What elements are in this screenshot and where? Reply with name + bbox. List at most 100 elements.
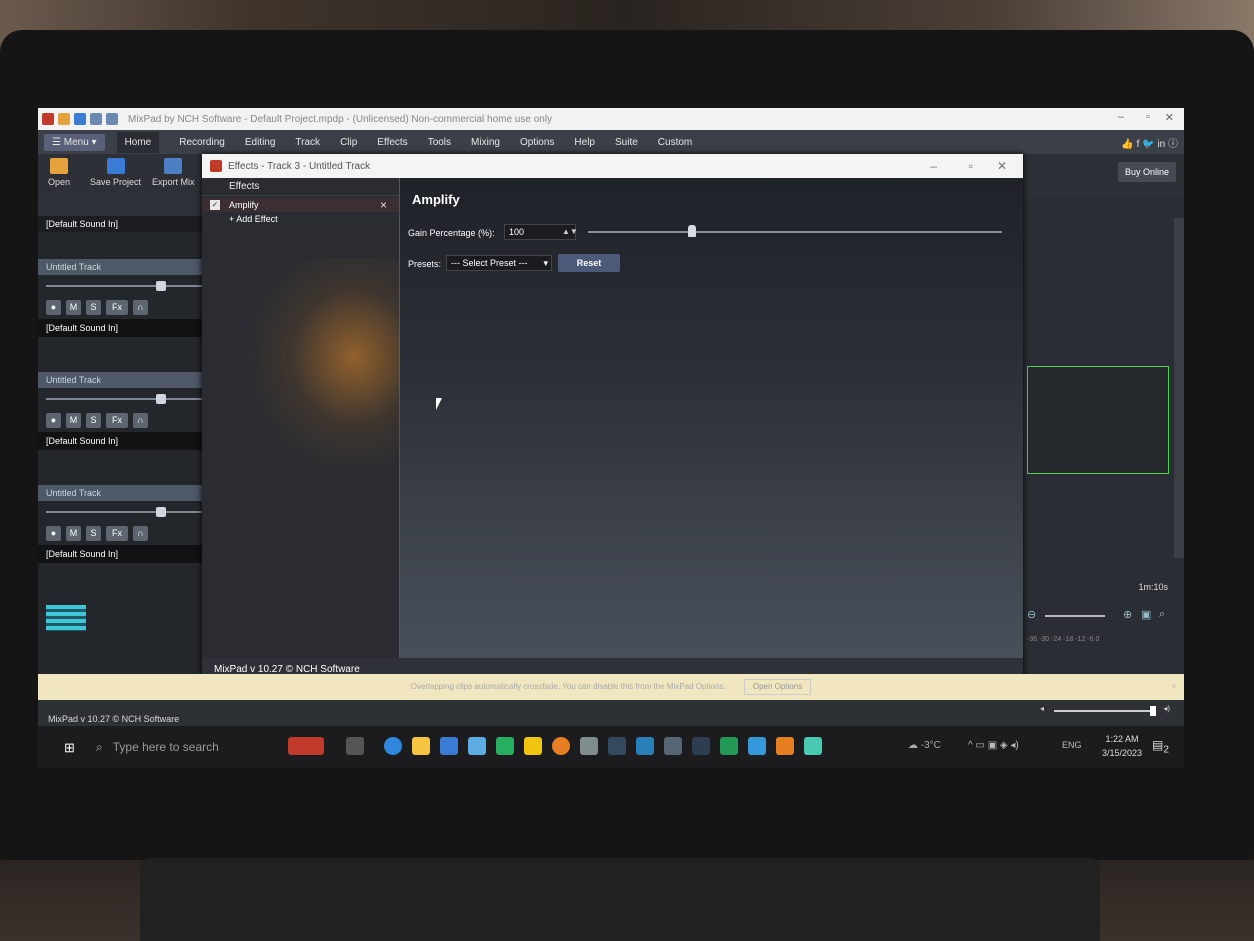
language-indicator[interactable]: ENG (1062, 740, 1082, 750)
tab-mixing[interactable]: Mixing (471, 137, 500, 148)
track-sound-in[interactable]: [Default Sound In] (38, 432, 213, 450)
track-tools-row[interactable] (38, 198, 213, 216)
app-l-icon[interactable] (496, 737, 514, 755)
headphone-icon[interactable]: ∩ (133, 525, 148, 541)
app-bars-icon[interactable] (580, 737, 598, 755)
minimize-icon[interactable]: – (930, 159, 937, 173)
headphone-icon[interactable]: ∩ (133, 299, 148, 315)
reset-button[interactable]: Reset (558, 254, 620, 272)
audio-clip[interactable] (1027, 366, 1169, 474)
system-tray-icons[interactable]: ^ ▭ ▣ ◈ ◂) (968, 740, 1019, 751)
record-arm-button[interactable]: ● (46, 299, 61, 315)
effect-enable-checkbox[interactable]: ✓ (210, 200, 220, 210)
headphone-icon[interactable]: ∩ (133, 412, 148, 428)
mute-button[interactable]: M (66, 412, 81, 428)
weather-icon: ☁ (908, 740, 921, 751)
gain-slider-knob[interactable] (687, 225, 696, 237)
track-name[interactable]: Untitled Track (38, 372, 213, 388)
tab-suite[interactable]: Suite (615, 137, 638, 148)
zoom-search-icon[interactable]: ⌕ (1159, 608, 1165, 621)
zoom-slider[interactable] (1045, 615, 1105, 617)
close-icon[interactable]: × (1171, 674, 1176, 700)
master-volume-slider[interactable]: ◂ ◂) (1040, 704, 1170, 716)
zoom-fit-icon[interactable]: ▣ (1141, 608, 1151, 621)
fx-button[interactable]: Fx (106, 299, 128, 315)
taskbar-clock[interactable]: 1:22 AM 3/15/2023 (1102, 732, 1142, 760)
file-explorer-icon[interactable] (412, 737, 430, 755)
track-sound-in[interactable]: [Default Sound In] (38, 545, 213, 563)
tab-custom[interactable]: Custom (658, 137, 692, 148)
track-name[interactable]: Untitled Track (38, 485, 213, 501)
solo-button[interactable]: S (86, 299, 101, 315)
gain-spinner[interactable]: ▲▼ (562, 224, 578, 240)
solo-button[interactable]: S (86, 412, 101, 428)
track-volume-slider[interactable] (38, 388, 213, 408)
app-blue-icon[interactable] (748, 737, 766, 755)
tab-tools[interactable]: Tools (428, 137, 451, 148)
timeline-area[interactable]: 1m:10s ⊖ ⊕ ▣ ⌕ -36 -30 -24 -18 -12 -6 0 (1023, 198, 1184, 678)
tab-effects[interactable]: Effects (377, 137, 407, 148)
app-green-icon[interactable] (720, 737, 738, 755)
social-icons[interactable]: 👍 f 🐦 in ⓘ (1121, 135, 1178, 150)
tab-track[interactable]: Track (295, 137, 320, 148)
tab-editing[interactable]: Editing (245, 137, 276, 148)
app-book-icon[interactable] (664, 737, 682, 755)
app-yellow-icon[interactable] (524, 737, 542, 755)
fx-button[interactable]: Fx (106, 525, 128, 541)
photos-icon[interactable] (804, 737, 822, 755)
sound-in-top[interactable]: [Default Sound In] (38, 216, 213, 232)
fx-button[interactable]: Fx (106, 412, 128, 428)
store-icon[interactable] (440, 737, 458, 755)
minimize-icon[interactable]: – (1118, 111, 1124, 123)
save-project-button[interactable]: Save Project (90, 158, 141, 187)
presets-dropdown[interactable]: --- Select Preset --- ▾ (446, 255, 552, 271)
close-icon[interactable]: ✕ (1165, 111, 1174, 124)
app-pen-icon[interactable] (608, 737, 626, 755)
remove-effect-icon[interactable]: × (380, 198, 387, 212)
tab-clip[interactable]: Clip (340, 137, 357, 148)
word-icon[interactable] (636, 737, 654, 755)
zoom-out-icon[interactable]: ⊖ (1027, 608, 1036, 621)
solo-button[interactable]: S (86, 525, 101, 541)
gain-slider-track[interactable] (588, 231, 1002, 233)
notification-icon[interactable]: ▤2 (1152, 738, 1169, 755)
mail-icon[interactable] (468, 737, 486, 755)
open-options-button[interactable]: Open Options (743, 679, 812, 695)
undo-icon[interactable] (90, 113, 102, 125)
edge-icon[interactable] (384, 737, 402, 755)
close-icon[interactable]: ✕ (997, 159, 1007, 173)
chrome-icon[interactable] (552, 737, 570, 755)
vertical-scrollbar[interactable] (1174, 218, 1184, 558)
mute-button[interactable]: M (66, 299, 81, 315)
open-button[interactable]: Open (48, 158, 70, 187)
track-sound-in[interactable]: [Default Sound In] (38, 319, 213, 337)
buy-online-button[interactable]: Buy Online (1118, 162, 1176, 182)
search-highlight-icon[interactable] (288, 737, 324, 755)
save-icon[interactable] (74, 113, 86, 125)
mute-button[interactable]: M (66, 525, 81, 541)
task-view-icon[interactable] (346, 737, 364, 755)
tab-recording[interactable]: Recording (179, 137, 225, 148)
maximize-icon[interactable]: ▫ (1146, 111, 1150, 123)
mixpad-icon[interactable] (692, 737, 710, 755)
tab-options[interactable]: Options (520, 137, 554, 148)
tab-help[interactable]: Help (574, 137, 595, 148)
weather-widget[interactable]: ☁ -3°C (908, 740, 941, 751)
effect-item-amplify[interactable]: ✓ Amplify × (202, 198, 399, 212)
zoom-in-icon[interactable]: ⊕ (1123, 608, 1132, 621)
export-mix-button[interactable]: Export Mix (152, 158, 195, 187)
record-arm-button[interactable]: ● (46, 412, 61, 428)
track-volume-slider[interactable] (38, 275, 213, 295)
track-volume-slider[interactable] (38, 501, 213, 521)
settings-gear-icon[interactable] (776, 737, 794, 755)
windows-start-icon[interactable]: ⊞ (64, 740, 75, 756)
open-icon[interactable] (58, 113, 70, 125)
maximize-icon[interactable]: ▫ (969, 159, 973, 173)
record-arm-button[interactable]: ● (46, 525, 61, 541)
menu-button[interactable]: ☰ Menu ▾ (44, 133, 105, 151)
add-effect-button[interactable]: + Add Effect (202, 212, 399, 226)
redo-icon[interactable] (106, 113, 118, 125)
taskbar-search[interactable]: ⌕ Type here to search (84, 730, 274, 764)
tab-home[interactable]: Home (116, 131, 160, 153)
track-name[interactable]: Untitled Track (38, 259, 213, 275)
